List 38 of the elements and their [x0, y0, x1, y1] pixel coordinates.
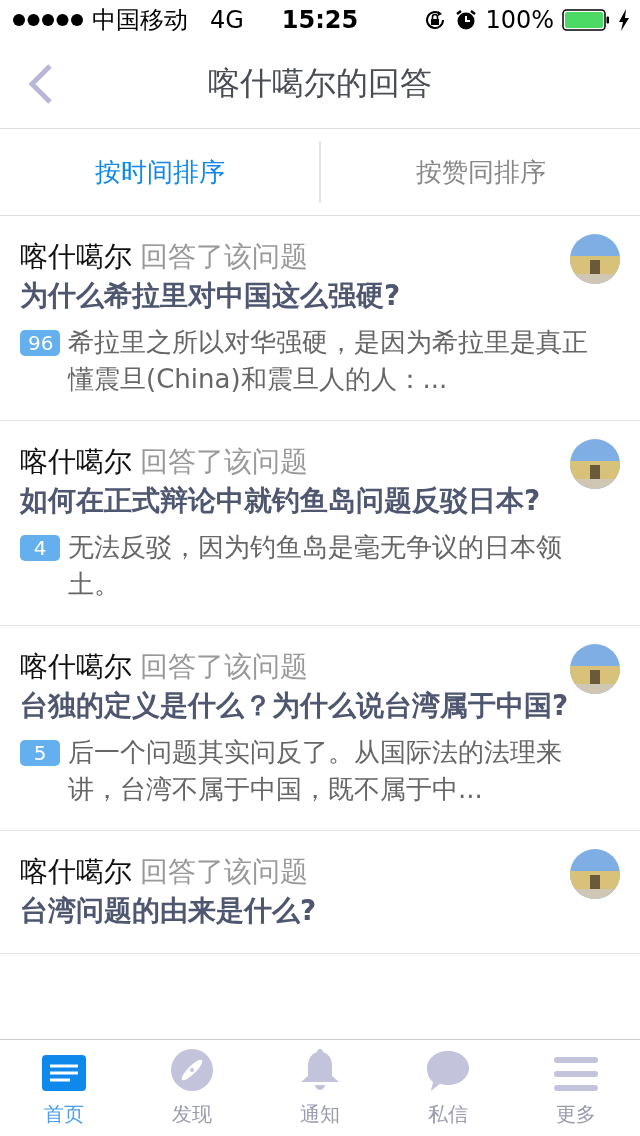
- battery-icon: [562, 9, 610, 31]
- question-title[interactable]: 如何在正式辩论中就钓鱼岛问题反驳日本?: [20, 481, 620, 521]
- question-title[interactable]: 为什么希拉里对中国这么强硬?: [20, 276, 620, 316]
- author-name[interactable]: 喀什噶尔: [20, 443, 132, 481]
- clock-text: 15:25: [281, 6, 359, 34]
- author-name[interactable]: 喀什噶尔: [20, 238, 132, 276]
- action-text: 回答了该问题: [140, 854, 308, 890]
- sort-tab[interactable]: 按时间排序: [84, 148, 235, 196]
- battery-percent-text: 100%: [485, 6, 554, 34]
- carrier-text: 中国移动: [92, 5, 188, 36]
- page-title: 喀什噶尔的回答: [208, 63, 432, 104]
- bell-icon: [301, 1049, 339, 1091]
- speech-bubble-icon: [427, 1051, 469, 1091]
- avatar-photo-placeholder[interactable]: [570, 439, 620, 489]
- vote-count: 5: [20, 740, 60, 766]
- question-title[interactable]: 台独的定义是什么？为什么说台湾属于中国?: [20, 686, 620, 726]
- action-text: 回答了该问题: [140, 239, 308, 275]
- alarm-icon: [455, 9, 478, 31]
- charging-bolt-icon: [618, 9, 630, 31]
- avatar-photo-placeholder[interactable]: [570, 234, 620, 284]
- network-text: 4G: [210, 6, 244, 34]
- answer-excerpt[interactable]: 希拉里之所以对华强硬，是因为希拉里是真正懂震旦(China)和震旦人的人：...: [68, 324, 590, 398]
- answer-excerpt[interactable]: 无法反驳，因为钓鱼岛是毫无争议的日本领土。: [68, 529, 590, 603]
- vote-count: 4: [20, 535, 60, 561]
- avatar-photo-placeholder[interactable]: [570, 849, 620, 899]
- author-name[interactable]: 喀什噶尔: [20, 853, 132, 891]
- document-lines-icon: [42, 1055, 86, 1091]
- menu-icon: [554, 1057, 598, 1091]
- question-title[interactable]: 台湾问题的由来是什么?: [20, 891, 620, 931]
- signal-icon: [12, 13, 84, 27]
- sort-tab[interactable]: 按赞同排序: [405, 148, 556, 196]
- avatar-photo-placeholder[interactable]: [570, 644, 620, 694]
- compass-icon: [171, 1049, 213, 1091]
- answer-excerpt[interactable]: 后一个问题其实问反了。从国际法的法理来讲，台湾不属于中国，既不属于中...: [68, 734, 590, 808]
- action-text: 回答了该问题: [140, 444, 308, 480]
- vote-count: 96: [20, 330, 60, 356]
- action-text: 回答了该问题: [140, 649, 308, 685]
- author-name[interactable]: 喀什噶尔: [20, 648, 132, 686]
